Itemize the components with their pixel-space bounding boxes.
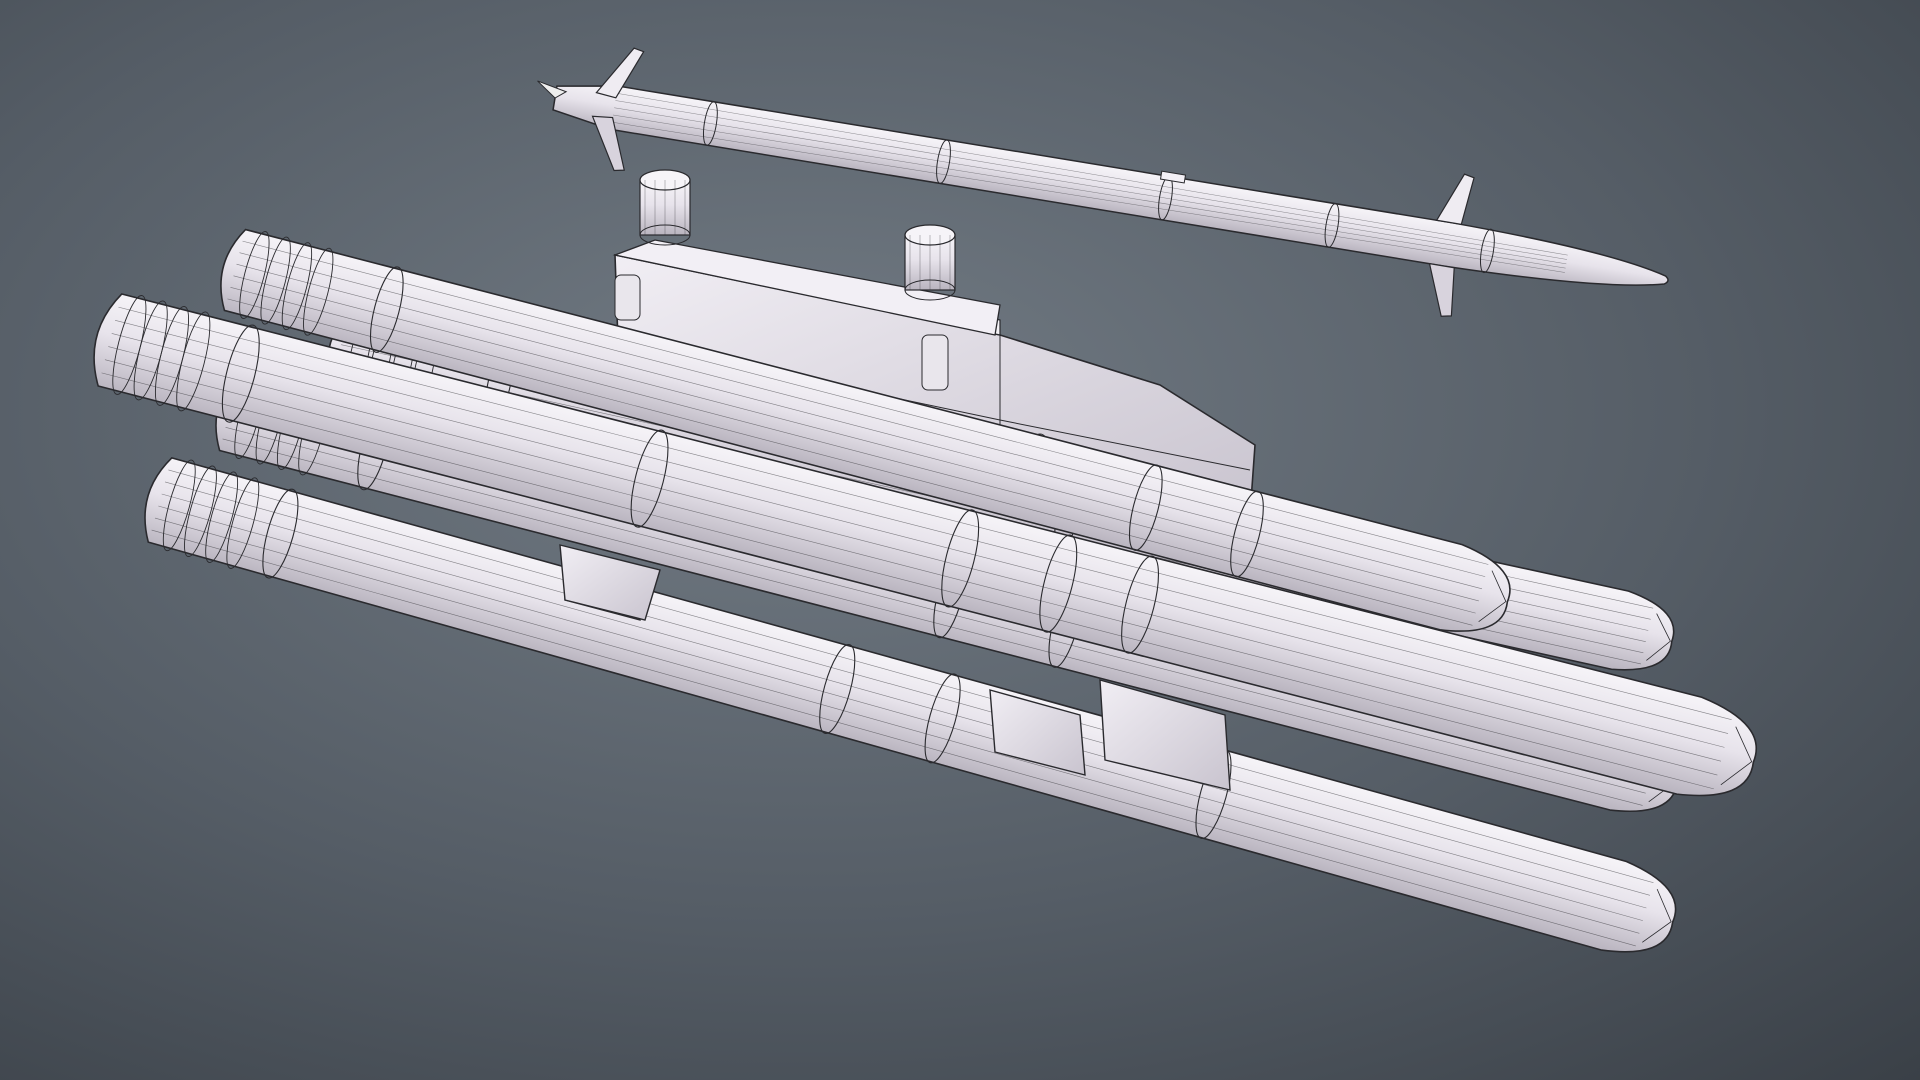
sensor-cylinder	[639, 169, 691, 246]
latch	[921, 334, 949, 391]
latch	[614, 274, 641, 321]
wireframe-render	[0, 0, 1920, 1080]
sensor-cylinder	[904, 224, 956, 301]
render-viewport	[0, 0, 1920, 1080]
